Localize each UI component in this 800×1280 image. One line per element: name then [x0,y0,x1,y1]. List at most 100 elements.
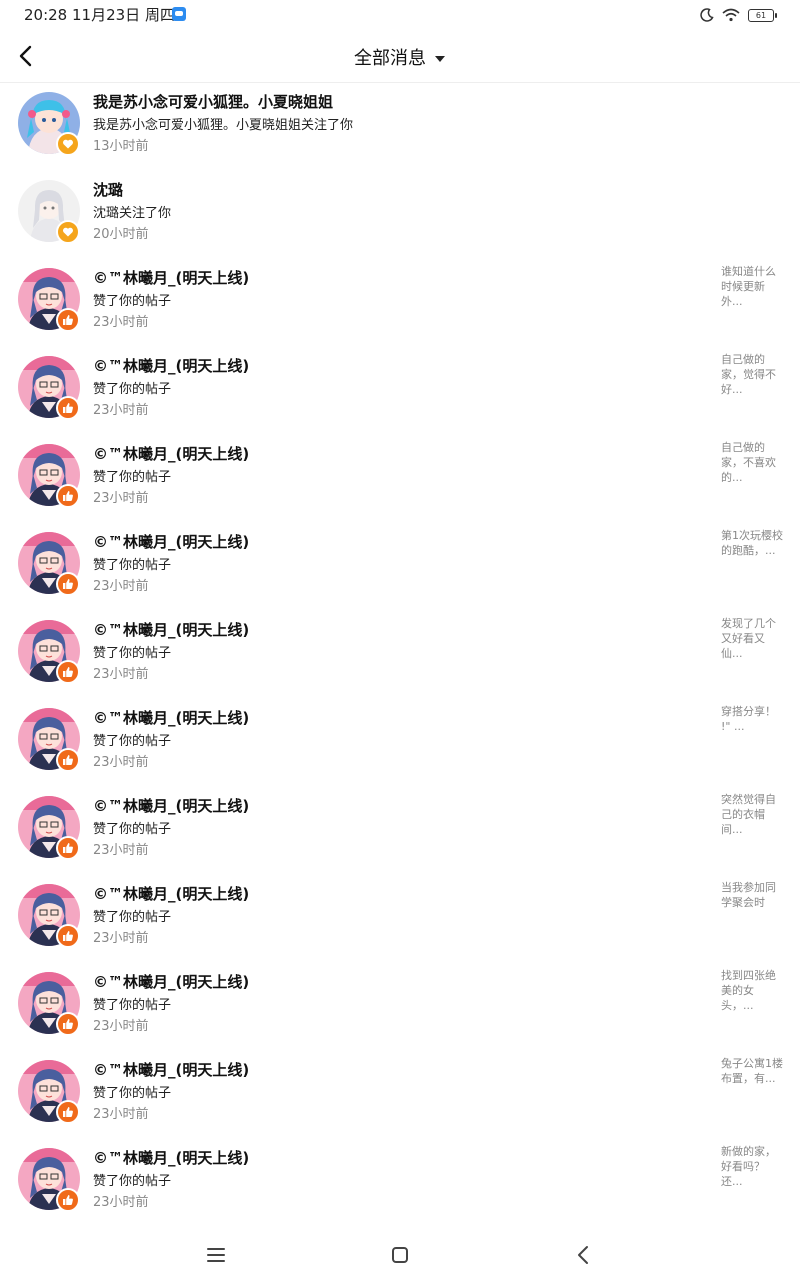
sender-name[interactable]: 沈璐 [93,179,123,200]
post-preview[interactable]: 当我参加同学聚会时 [721,880,783,910]
sender-name[interactable]: ©™林曦月_(明天上线) [93,1147,249,1168]
like-badge [56,660,80,684]
post-preview[interactable]: 穿搭分享！ !" ... [721,704,783,734]
message-time: 23小时前 [93,755,149,770]
thumbs-up-icon [63,667,73,677]
status-time: 20:28 11月23日 周四 [24,6,175,24]
app-notification-icon [172,7,186,21]
avatar-wrapper[interactable] [18,180,80,244]
message-row[interactable]: ©™林曦月_(明天上线) 赞了你的帖子 23小时前 发现了几个又好看又仙... [0,614,800,702]
avatar-wrapper[interactable] [18,268,80,332]
avatar-wrapper[interactable] [18,620,80,684]
wifi-icon [722,8,740,22]
message-time: 23小时前 [93,403,149,418]
message-time: 23小时前 [93,1107,149,1122]
message-text: 赞了你的帖子 [93,294,172,309]
thumbs-up-icon [63,1019,73,1029]
like-badge [56,484,80,508]
thumbs-up-icon [63,403,73,413]
message-time: 23小时前 [93,1195,149,1210]
sender-name[interactable]: ©™林曦月_(明天上线) [93,883,249,904]
sender-name[interactable]: ©™林曦月_(明天上线) [93,267,249,288]
post-preview[interactable]: 兔子公寓1楼布置，有... [721,1056,783,1086]
like-badge [56,1188,80,1212]
message-time: 13小时前 [93,139,149,154]
avatar-wrapper[interactable] [18,444,80,508]
message-row[interactable]: ©™林曦月_(明天上线) 赞了你的帖子 23小时前 找到四张绝美的女头，... [0,966,800,1054]
message-filter-dropdown[interactable]: 全部消息 [0,44,800,70]
like-badge [56,748,80,772]
follow-badge [56,132,80,156]
sender-name[interactable]: ©™林曦月_(明天上线) [93,443,249,464]
post-preview[interactable]: 新做的家，好看吗？还... [721,1144,783,1189]
like-badge [56,396,80,420]
message-text: 赞了你的帖子 [93,1174,172,1189]
thumbs-up-icon [63,931,73,941]
message-row[interactable]: ©™林曦月_(明天上线) 赞了你的帖子 23小时前 自己做的家，觉得不好... [0,350,800,438]
message-text: 赞了你的帖子 [93,998,172,1013]
message-text: 沈璐关注了你 [93,206,172,221]
message-row[interactable]: ©™林曦月_(明天上线) 赞了你的帖子 23小时前 突然觉得自己的衣帽间... [0,790,800,878]
sender-name[interactable]: ©™林曦月_(明天上线) [93,355,249,376]
avatar-wrapper[interactable] [18,884,80,948]
message-text: 赞了你的帖子 [93,734,172,749]
thumbs-up-icon [63,755,73,765]
like-badge [56,924,80,948]
like-badge [56,1100,80,1124]
avatar-wrapper[interactable] [18,1148,80,1212]
message-row[interactable]: ©™林曦月_(明天上线) 赞了你的帖子 23小时前 第1次玩樱校的跑酷，... [0,526,800,614]
message-text: 我是苏小念可爱小狐狸。小夏晓姐姐关注了你 [93,118,354,133]
avatar-wrapper[interactable] [18,356,80,420]
post-preview[interactable]: 突然觉得自己的衣帽间... [721,792,783,837]
sender-name[interactable]: ©™林曦月_(明天上线) [93,1059,249,1080]
post-preview[interactable]: 谁知道什么时候更新外... [721,264,783,309]
back-icon[interactable] [571,1242,597,1268]
avatar-wrapper[interactable] [18,796,80,860]
post-preview[interactable]: 自己做的家，不喜欢的... [721,440,783,485]
thumbs-up-icon [63,315,73,325]
sender-name[interactable]: 我是苏小念可爱小狐狸。小夏晓姐姐 [93,91,333,112]
page-title: 全部消息 [354,48,426,69]
message-text: 赞了你的帖子 [93,470,172,485]
avatar-wrapper[interactable] [18,1060,80,1124]
home-icon[interactable] [387,1242,413,1268]
message-time: 23小时前 [93,931,149,946]
message-row[interactable]: ©™林曦月_(明天上线) 赞了你的帖子 23小时前 谁知道什么时候更新外... [0,262,800,350]
sender-name[interactable]: ©™林曦月_(明天上线) [93,795,249,816]
heart-icon [63,139,73,149]
post-preview[interactable]: 找到四张绝美的女头，... [721,968,783,1013]
message-time: 23小时前 [93,1019,149,1034]
like-badge [56,308,80,332]
post-preview[interactable]: 第1次玩樱校的跑酷，... [721,528,783,558]
thumbs-up-icon [63,1195,73,1205]
message-text: 赞了你的帖子 [93,646,172,661]
message-time: 23小时前 [93,579,149,594]
sender-name[interactable]: ©™林曦月_(明天上线) [93,971,249,992]
caret-down-icon [435,56,445,62]
avatar-wrapper[interactable] [18,532,80,596]
message-row[interactable]: 我是苏小念可爱小狐狸。小夏晓姐姐我是苏小念可爱小狐狸。小夏晓姐姐关注了你 13小时… [0,86,800,174]
thumbs-up-icon [63,843,73,853]
sender-name[interactable]: ©™林曦月_(明天上线) [93,707,249,728]
thumbs-up-icon [63,1107,73,1117]
like-badge [56,836,80,860]
menu-icon[interactable] [203,1242,229,1268]
follow-badge [56,220,80,244]
avatar-wrapper[interactable] [18,708,80,772]
message-row[interactable]: ©™林曦月_(明天上线) 赞了你的帖子 23小时前 新做的家，好看吗？还... [0,1142,800,1230]
message-row[interactable]: ©™林曦月_(明天上线) 赞了你的帖子 23小时前 自己做的家，不喜欢的... [0,438,800,526]
message-row[interactable]: ©™林曦月_(明天上线) 赞了你的帖子 23小时前 当我参加同学聚会时 [0,878,800,966]
message-row[interactable]: ©™林曦月_(明天上线) 赞了你的帖子 23小时前 穿搭分享！ !" ... [0,702,800,790]
avatar-wrapper[interactable] [18,92,80,156]
status-icons: 61 [700,6,777,24]
message-row[interactable]: 沈璐 沈璐关注了你 20小时前 [0,174,800,262]
message-text: 赞了你的帖子 [93,910,172,925]
message-row[interactable]: ©™林曦月_(明天上线) 赞了你的帖子 23小时前 兔子公寓1楼布置，有... [0,1054,800,1142]
avatar-wrapper[interactable] [18,972,80,1036]
sender-name[interactable]: ©™林曦月_(明天上线) [93,531,249,552]
like-badge [56,1012,80,1036]
thumbs-up-icon [63,579,73,589]
sender-name[interactable]: ©™林曦月_(明天上线) [93,619,249,640]
post-preview[interactable]: 自己做的家，觉得不好... [721,352,783,397]
post-preview[interactable]: 发现了几个又好看又仙... [721,616,783,661]
